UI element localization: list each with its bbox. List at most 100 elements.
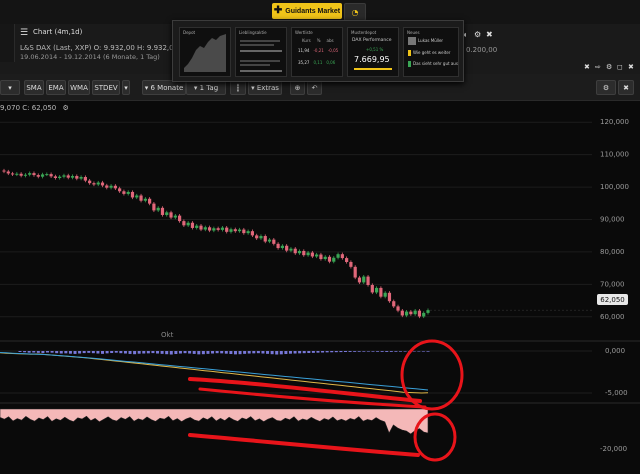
candle-body <box>315 254 319 257</box>
period-select[interactable]: ▾ 6 Monate <box>142 80 186 95</box>
maximize-icon[interactable]: ◻ <box>617 63 623 71</box>
candle-body <box>220 227 225 230</box>
speedometer-icon[interactable]: ◔ <box>344 3 366 21</box>
histogram-bar <box>87 351 91 353</box>
candle-body <box>32 173 36 176</box>
interval-select[interactable]: ▾ 1 Tag <box>186 80 226 95</box>
tile-musterdepot[interactable]: Musterdepot DAX Performance +0,51 % 7.66… <box>347 27 399 77</box>
candle-body <box>426 310 430 313</box>
candle-body <box>186 222 190 226</box>
tile-musterdepot-value: 7.669,95 <box>354 55 390 64</box>
histogram-bar <box>142 351 146 354</box>
histogram-bar <box>101 351 105 354</box>
histogram-bar <box>330 351 334 353</box>
candle-body <box>207 227 212 231</box>
candle-body <box>148 198 152 204</box>
tile-lieblingsaktie[interactable]: Lieblingsaktie <box>235 27 287 77</box>
gear-icon[interactable]: ⚙ <box>474 30 481 39</box>
histogram-bar <box>59 351 63 354</box>
histogram-bar <box>389 351 393 352</box>
tile-musterdepot-change: +0,51 % <box>366 47 384 52</box>
toolbar-stub-button[interactable]: ▾ <box>0 80 20 95</box>
candle-body <box>40 174 45 177</box>
undo-icon[interactable]: ↶ <box>307 80 322 95</box>
histogram-bar <box>380 351 384 352</box>
histogram-bar <box>46 351 50 353</box>
histogram-bar <box>27 351 31 353</box>
histogram-bar <box>334 351 338 353</box>
stdev-button[interactable]: STDEV <box>92 80 120 95</box>
candle-body <box>122 191 126 194</box>
histogram-bar <box>311 351 315 353</box>
candle-body <box>2 170 6 172</box>
histogram-bar <box>362 351 366 352</box>
tile-line <box>240 64 270 66</box>
histogram-bar <box>321 351 325 353</box>
candle-body <box>332 257 336 262</box>
indicator-settings-icon[interactable]: ⚙ <box>596 80 616 95</box>
histogram-bar <box>55 351 59 354</box>
close-icon[interactable]: ✖ <box>584 63 590 71</box>
candle-body <box>118 188 122 192</box>
wma-button[interactable]: WMA <box>68 80 90 95</box>
indicator-line <box>0 352 429 394</box>
ema-button[interactable]: EMA <box>46 80 66 95</box>
tile-wertliste-row: 35,27 0,11 0,06 <box>298 60 336 65</box>
histogram-bar <box>224 351 228 354</box>
candle-body <box>105 185 109 188</box>
tile-musterdepot-title: Musterdepot <box>351 30 377 35</box>
candle-body <box>173 215 177 218</box>
gear-icon[interactable]: ⚙ <box>606 63 612 71</box>
menu-icon[interactable]: ☰ <box>20 28 28 38</box>
y-tick-label: 70,000 <box>600 280 625 288</box>
candle-body <box>349 261 353 267</box>
sma-button[interactable]: SMA <box>24 80 44 95</box>
histogram-bar <box>325 351 329 353</box>
candle-body <box>130 191 135 198</box>
candle-body <box>362 276 366 283</box>
candle-body <box>92 183 96 185</box>
tile-neues[interactable]: Neues Lukas Müller Wie geht es weiter Da… <box>403 27 459 77</box>
tile-depot[interactable]: Depot <box>179 27 231 77</box>
guidants-market-button[interactable]: ✚ Guidants Market <box>272 3 342 19</box>
export-icon[interactable]: ⇨ <box>595 63 601 71</box>
close-icon[interactable]: ✖ <box>618 80 634 95</box>
candle-body <box>143 198 147 201</box>
histogram-bar <box>114 351 118 353</box>
histogram-bar <box>211 351 215 354</box>
zoom-icon[interactable]: ⊕ <box>290 80 305 95</box>
tile-wertliste-row: 11,94 -0,21 -0,05 <box>298 48 339 53</box>
histogram-bar <box>247 351 251 354</box>
open-value: O: 9.932,00 <box>93 44 135 52</box>
area-fill <box>0 408 429 435</box>
candle-body <box>66 175 70 178</box>
candle-body <box>190 222 195 228</box>
news-item: Wie geht es weiter <box>413 50 451 55</box>
histogram-bar <box>73 351 77 354</box>
close-icon[interactable]: ✖ <box>486 30 493 39</box>
histogram-bar <box>288 351 292 354</box>
candlestick-icon[interactable]: ┇ <box>230 80 246 95</box>
close-window-icon[interactable]: ✖ <box>628 63 634 71</box>
chart-svg[interactable]: 120,000 110,000 100,000 90,000 80,000 70,000 6… <box>0 101 640 474</box>
candle-body <box>15 173 19 175</box>
candle-body <box>383 292 387 297</box>
chevron-down-icon[interactable]: ▾ <box>122 80 130 95</box>
histogram-bar <box>146 351 150 354</box>
candle-body <box>6 171 10 174</box>
histogram-bar <box>128 351 132 354</box>
histogram-bar <box>201 351 205 355</box>
histogram-bar <box>353 351 357 352</box>
extras-select[interactable]: ▾ Extras <box>248 80 282 95</box>
candle-body <box>96 182 100 185</box>
histogram-bar <box>137 351 141 354</box>
instrument-info: L&S DAX (Last, XXP) O: 9.932,00 H: 9.932… <box>20 44 174 52</box>
tile-line <box>240 70 282 72</box>
instrument-name: L&S DAX (Last, XXP) <box>20 44 92 52</box>
candle-body <box>375 287 379 293</box>
candle-body <box>370 285 374 293</box>
interval-select-label: 1 Tag <box>199 83 219 92</box>
candle-body <box>165 212 169 215</box>
tile-depot-chart <box>184 34 226 72</box>
tile-wertliste[interactable]: Wertliste Kurs% abs 11,94 -0,21 -0,05 35,27… <box>291 27 343 77</box>
